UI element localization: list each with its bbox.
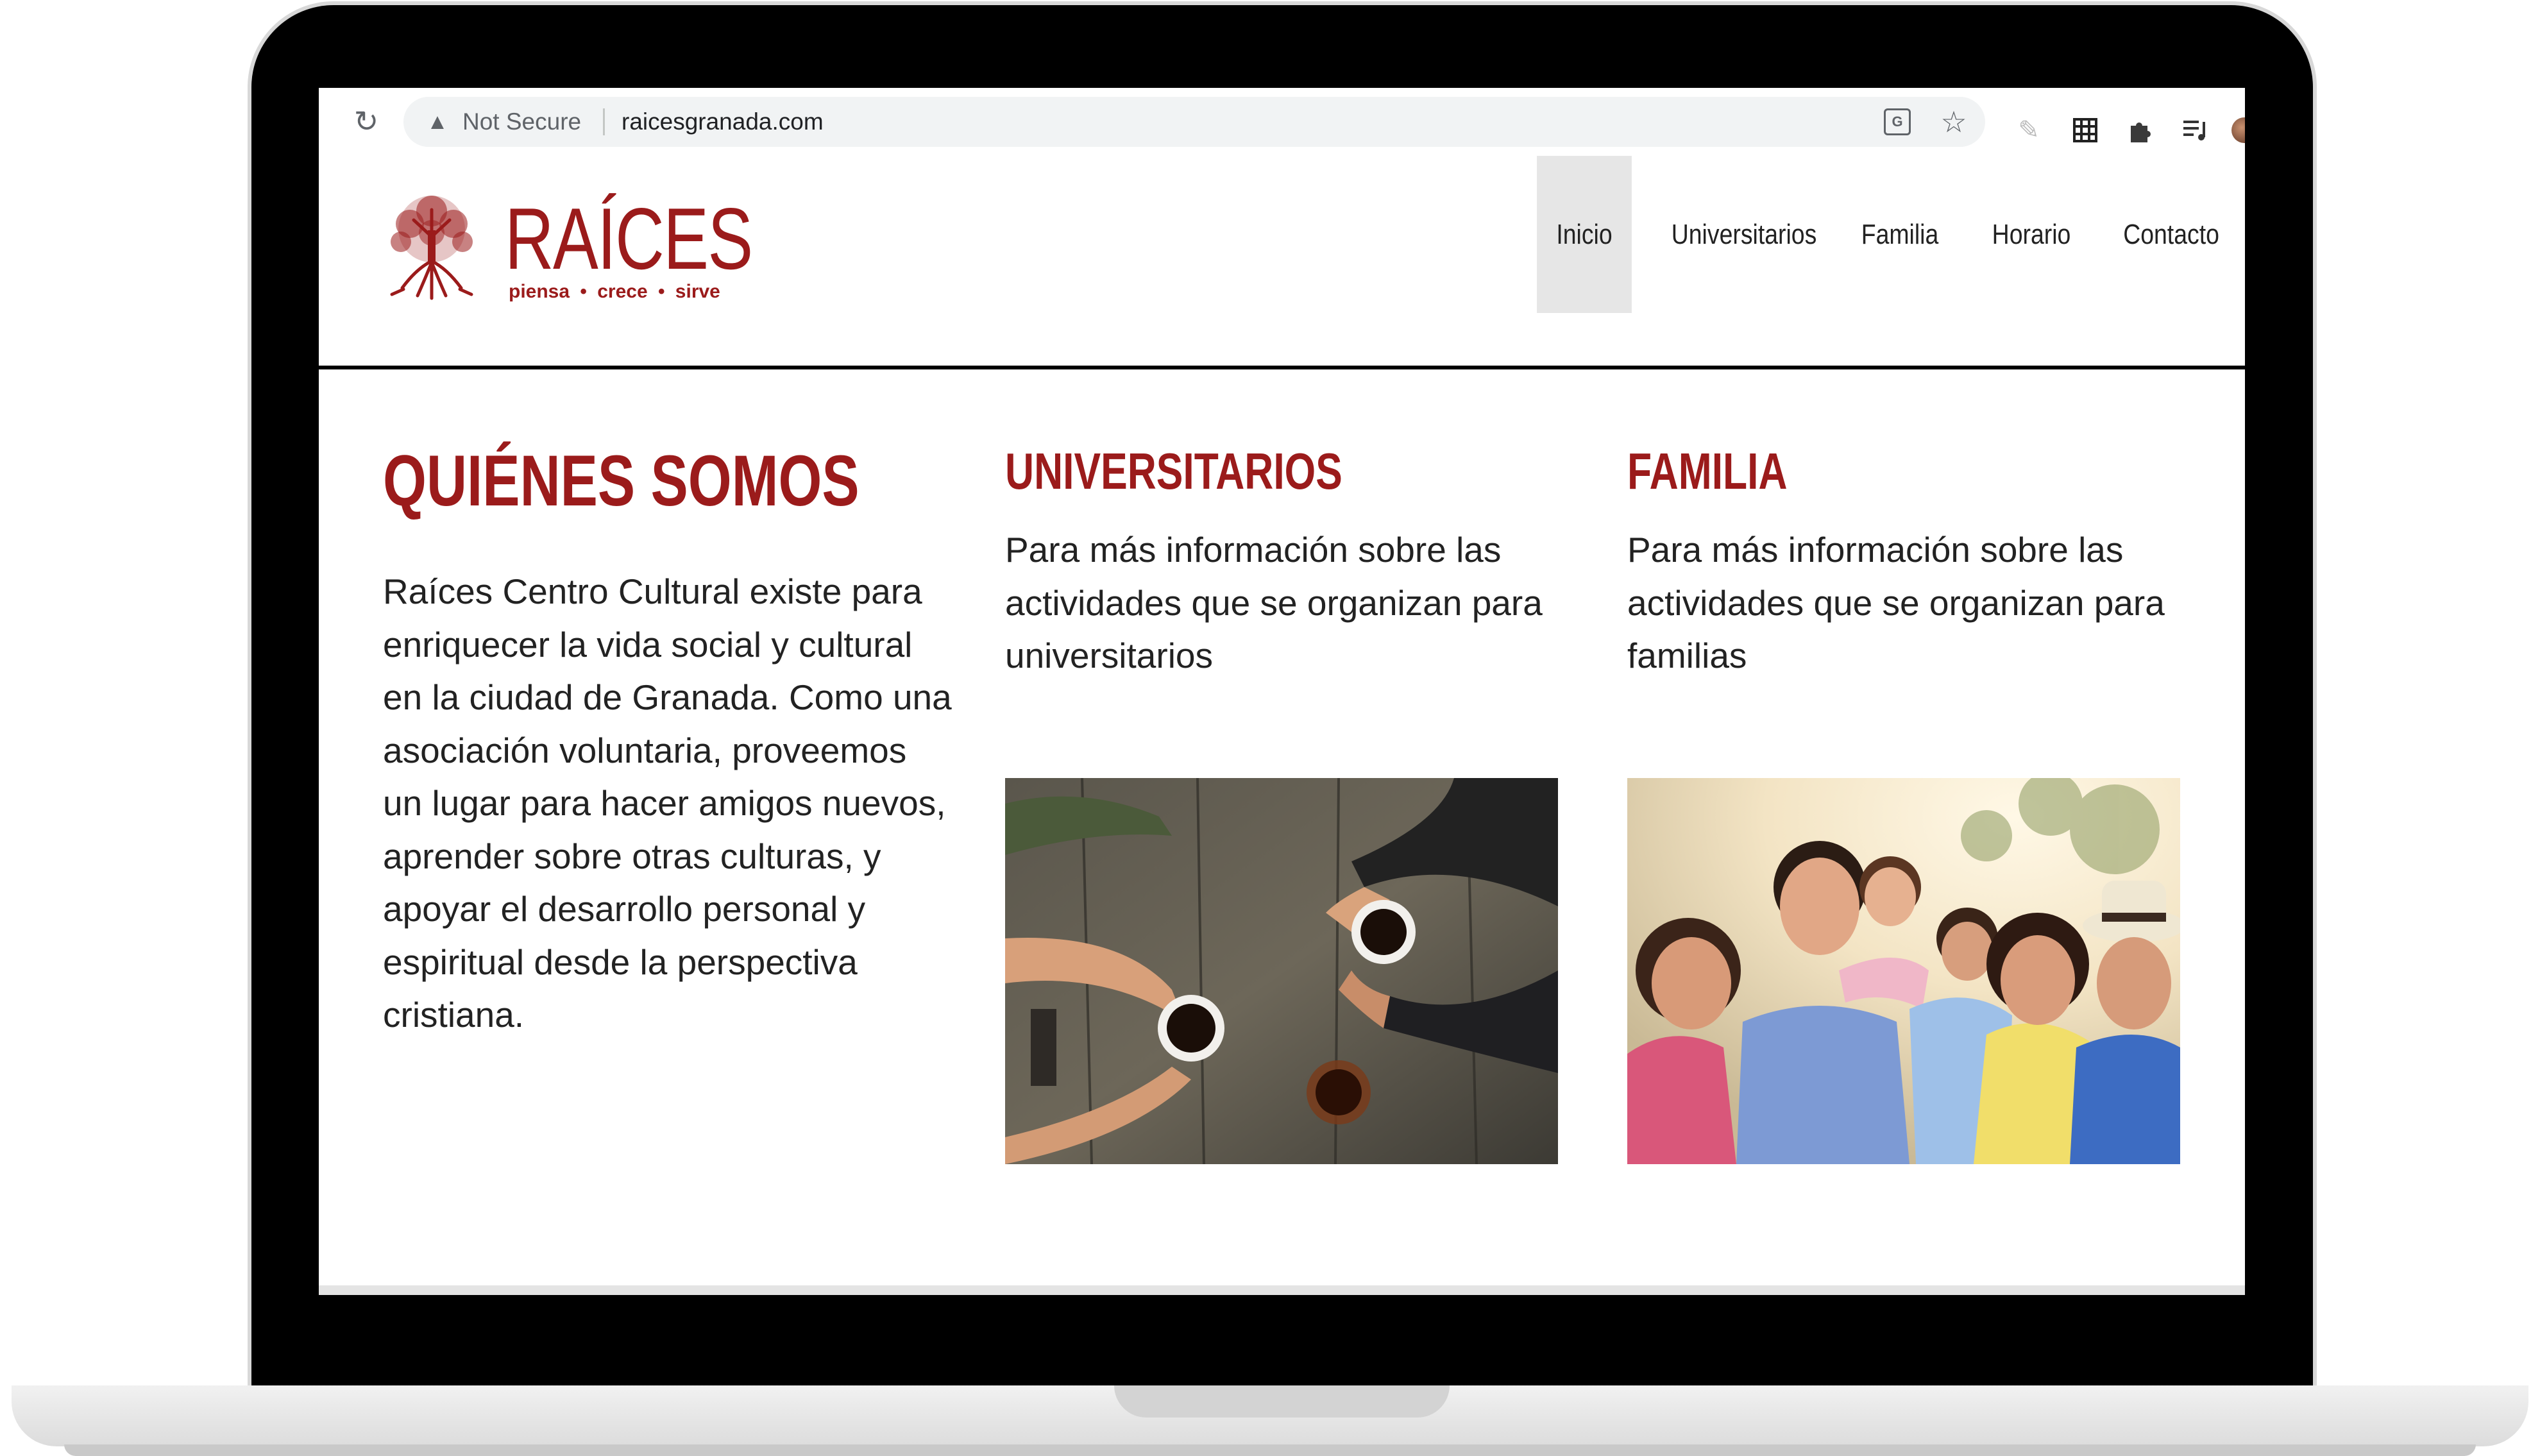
familia-line: familias bbox=[1627, 636, 1747, 675]
header-divider bbox=[319, 366, 2245, 369]
about-line: un lugar para hacer amigos nuevos, bbox=[383, 783, 946, 823]
familia-line: actividades que se organizan para bbox=[1627, 582, 2165, 623]
translate-icon[interactable]: G bbox=[1884, 108, 1911, 135]
familia-line: Para más información sobre las bbox=[1627, 530, 2124, 570]
reload-icon[interactable]: ↻ bbox=[351, 106, 382, 137]
browser-toolbar: ↻ ▲ Not Secure raicesgranada.com G ☆ ✎ bbox=[319, 88, 2245, 157]
about-line: cristiana. bbox=[383, 995, 525, 1035]
nav-item-horario[interactable]: Horario bbox=[1988, 156, 2075, 313]
universitarios-line: actividades que se organizan para bbox=[1005, 582, 1543, 623]
nav-item-universitarios[interactable]: Universitarios bbox=[1672, 156, 1817, 313]
about-line: espiritual desde la perspectiva bbox=[383, 942, 858, 982]
extension-grid-icon[interactable] bbox=[2070, 115, 2101, 146]
warning-icon[interactable]: ▲ bbox=[424, 108, 451, 135]
nav-item-familia[interactable]: Familia bbox=[1859, 156, 1941, 313]
familia-photo[interactable] bbox=[1627, 778, 2180, 1164]
familia-title[interactable]: FAMILIA bbox=[1627, 441, 1788, 502]
universitarios-title[interactable]: UNIVERSITARIOS bbox=[1005, 441, 1342, 502]
nav-item-inicio[interactable]: Inicio bbox=[1537, 156, 1632, 313]
about-line: enriquecer la vida social y cultural bbox=[383, 624, 913, 665]
universitarios-line: universitarios bbox=[1005, 636, 1214, 675]
about-line: apoyar el desarrollo personal y bbox=[383, 889, 866, 929]
profile-avatar[interactable] bbox=[2231, 117, 2245, 143]
universitarios-paragraph: Para más información sobre las actividad… bbox=[1005, 523, 1570, 682]
laptop-mockup: ↻ ▲ Not Secure raicesgranada.com G ☆ ✎ R… bbox=[0, 0, 2540, 1456]
security-label[interactable]: Not Secure bbox=[462, 108, 581, 135]
universitarios-photo[interactable] bbox=[1005, 778, 1558, 1164]
url-divider bbox=[603, 108, 605, 135]
browser-screen: ↻ ▲ Not Secure raicesgranada.com G ☆ ✎ R… bbox=[319, 88, 2245, 1295]
laptop-notch bbox=[1114, 1385, 1450, 1418]
bookmark-star-icon[interactable]: ☆ bbox=[1938, 106, 1970, 138]
about-line: asociación voluntaria, proveemos bbox=[383, 730, 907, 770]
universitarios-line: Para más información sobre las bbox=[1005, 530, 1502, 570]
laptop-foot bbox=[64, 1444, 2476, 1456]
nav-item-contacto[interactable]: Contacto bbox=[2123, 156, 2219, 313]
main-nav: Inicio Universitarios Familia Horario Co… bbox=[319, 156, 2245, 313]
about-title: QUIÉNES SOMOS bbox=[383, 441, 859, 521]
about-paragraph: Raíces Centro Cultural existe para enriq… bbox=[383, 565, 960, 1042]
about-line: Raíces Centro Cultural existe para bbox=[383, 571, 922, 611]
familia-paragraph: Para más información sobre las actividad… bbox=[1627, 523, 2192, 682]
address-bar[interactable]: ▲ Not Secure raicesgranada.com G ☆ bbox=[403, 97, 1985, 147]
about-line: aprender sobre otras culturas, y bbox=[383, 836, 881, 876]
about-line: en la ciudad de Granada. Como una bbox=[383, 677, 952, 717]
extension-feather-icon[interactable]: ✎ bbox=[2013, 115, 2044, 146]
extensions-puzzle-icon[interactable] bbox=[2125, 115, 2156, 146]
page-bottom-edge bbox=[319, 1285, 2245, 1295]
reading-list-icon[interactable] bbox=[2180, 115, 2211, 146]
url-text[interactable]: raicesgranada.com bbox=[622, 108, 824, 135]
